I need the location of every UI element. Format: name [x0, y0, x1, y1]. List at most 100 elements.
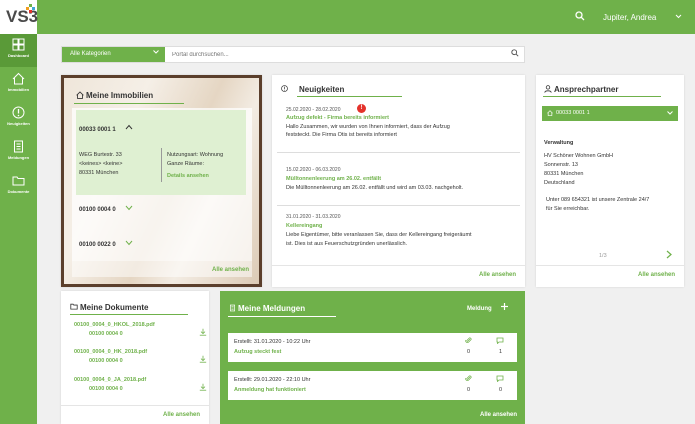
alert-badge: ! [357, 104, 366, 113]
attachment-icon [465, 337, 472, 346]
property-rooms: Ganze Räume: [167, 161, 204, 167]
comment-icon [496, 337, 504, 346]
meldung-item[interactable]: Erstellt: 29.01.2020 - 22:10 Uhr Anmeldu… [228, 371, 517, 400]
contact-title: Ansprechpartner [554, 85, 619, 94]
property-usage: Nutzungsart: Wohnung [167, 152, 224, 158]
meldungen-card: Meine Meldungen Meldung Erstellt: 31.01.… [220, 291, 525, 424]
news-text: Liebe Eigentümer, bitte veranlassen Sie,… [286, 232, 472, 238]
view-all-link[interactable]: Alle ansehen [480, 412, 517, 418]
sidebar-item-dokumente[interactable]: Dokumente [0, 170, 37, 203]
document-name: 00100_0004_0_HKOL_2018.pdf [74, 322, 155, 328]
download-icon[interactable] [199, 328, 207, 338]
divider [277, 205, 520, 206]
documents-card: Meine Dokumente 00100_0004_0_HKOL_2018.p… [61, 291, 209, 424]
news-text: ist. Dies ist aus Feuerschutzgründen une… [286, 241, 408, 247]
document-name: 00100_0004_0_HK_2018.pdf [74, 349, 148, 355]
divider [272, 265, 525, 266]
view-all-link[interactable]: Alle ansehen [638, 272, 675, 278]
property-select[interactable]: 00033 0001 1 [542, 106, 678, 121]
sidebar-item-label: Neuigkeiten [7, 121, 30, 126]
document-property: 00100 0004 0 [89, 358, 123, 364]
title-underline [70, 314, 188, 315]
comment-count: 1 [499, 349, 503, 355]
category-select[interactable]: Alle Kategorien [62, 47, 165, 62]
view-all-link[interactable]: Alle ansehen [163, 412, 200, 418]
news-card: Neuigkeiten 25.02.2020 - 28.02.2020 ! Au… [272, 75, 525, 287]
comment-count: 0 [499, 387, 503, 393]
meldung-title: Aufzug steckt fest [234, 349, 282, 355]
folder-icon [12, 176, 25, 186]
chevron-down-icon[interactable] [125, 240, 133, 248]
contact-company: HV Schöner Wohnen GmbH [544, 153, 613, 159]
property-address-line2: <keines> <keine> [79, 161, 123, 167]
chevron-up-icon[interactable] [125, 124, 133, 132]
meldung-title: Anmeldung hat funktioniert [234, 387, 306, 393]
news-text: feststeckt. Die Firma Otis ist bereits i… [286, 132, 397, 138]
divider [536, 265, 684, 266]
chevron-down-icon [153, 50, 159, 56]
divider [277, 152, 520, 153]
sidebar-item-meldungen[interactable]: Meldungen [0, 136, 37, 169]
alert-circle-icon [281, 85, 288, 94]
news-text: Die Mülltonnenleerung am 26.02. entfällt… [286, 185, 464, 191]
document-name: 00100_0004_0_JA_2018.pdf [74, 377, 147, 383]
sidebar-item-neuigkeiten[interactable]: Neuigkeiten [0, 102, 37, 135]
divider [161, 148, 162, 182]
details-link[interactable]: Details ansehen [167, 173, 209, 179]
view-all-link[interactable]: Alle ansehen [212, 267, 249, 273]
download-icon[interactable] [199, 355, 207, 365]
property-address-line3: 80331 München [79, 170, 119, 176]
meldung-created: Erstellt: 29.01.2020 - 22:10 Uhr [234, 377, 311, 383]
news-text: Hallo Zusammen, wir wurden von Ihnen inf… [286, 124, 450, 130]
news-headline[interactable]: Aufzug defekt - Firma bereits informiert [286, 115, 389, 121]
sidebar-item-dashboard[interactable]: Dashboard [0, 34, 37, 67]
title-underline [543, 96, 661, 97]
folder-icon [70, 303, 78, 312]
search-icon[interactable] [511, 49, 519, 59]
property-id[interactable]: 00100 0022 0 [79, 242, 116, 248]
title-underline [228, 316, 336, 317]
document-item[interactable]: 00100_0004_0_HK_2018.pdf 00100 0004 0 [74, 349, 207, 365]
news-headline[interactable]: Kellereingang [286, 223, 322, 229]
meldung-created: Erstellt: 31.01.2020 - 10:22 Uhr [234, 339, 311, 345]
property-id: 00033 0001 1 [79, 127, 116, 133]
contact-country: Deutschland [544, 180, 575, 186]
search-icon[interactable] [575, 11, 585, 24]
top-bar: VS3 Jupiter, Andrea [0, 0, 695, 34]
document-item[interactable]: 00100_0004_0_HKOL_2018.pdf 00100 0004 0 [74, 322, 207, 338]
sidebar-item-immobilien[interactable]: Immobilien [0, 68, 37, 101]
chevron-right-icon[interactable] [666, 250, 672, 261]
plus-icon[interactable] [500, 302, 509, 314]
news-headline[interactable]: Mülltonnenleerung am 26.02. entfällt [286, 176, 381, 182]
chevron-down-icon[interactable] [125, 205, 133, 213]
sidebar-item-label: Dokumente [7, 189, 30, 194]
property-id[interactable]: 00100 0004 0 [79, 207, 116, 213]
title-underline [297, 96, 402, 97]
user-menu-name[interactable]: Jupiter, Andrea [603, 13, 656, 22]
chevron-down-icon[interactable] [675, 12, 682, 21]
contact-city: 80331 München [544, 171, 584, 177]
portal-search-input[interactable] [172, 49, 502, 60]
immobilien-title: Meine Immobilien [86, 91, 154, 100]
document-property: 00100 0004 0 [89, 386, 123, 392]
logo-mark-icon [26, 4, 35, 13]
document-item[interactable]: 00100_0004_0_JA_2018.pdf 00100 0004 0 [74, 377, 207, 393]
contact-card: Ansprechpartner 00033 0001 1 Verwaltung … [536, 75, 684, 287]
person-icon [544, 85, 552, 95]
view-all-link[interactable]: Alle ansehen [479, 272, 516, 278]
sidebar: Dashboard Immobilien Neuigkeiten Meldung… [0, 34, 37, 424]
chevron-down-icon [667, 111, 673, 117]
download-icon[interactable] [199, 383, 207, 393]
document-property: 00100 0004 0 [89, 331, 123, 337]
documents-title: Meine Dokumente [80, 303, 149, 312]
logo[interactable]: VS3 [0, 0, 38, 34]
home-icon [76, 91, 84, 101]
attachment-icon [465, 375, 472, 384]
contact-section: Verwaltung [544, 140, 574, 146]
meldung-item[interactable]: Erstellt: 31.01.2020 - 10:22 Uhr Aufzug … [228, 333, 517, 362]
document-list-icon [14, 140, 23, 153]
add-meldung-label[interactable]: Meldung [467, 306, 492, 312]
property-select-value: 00033 0001 1 [556, 110, 590, 116]
contact-street: Sonnenstr. 13 [544, 162, 578, 168]
contact-phone-text: für Sie erreichbar. [546, 206, 590, 212]
